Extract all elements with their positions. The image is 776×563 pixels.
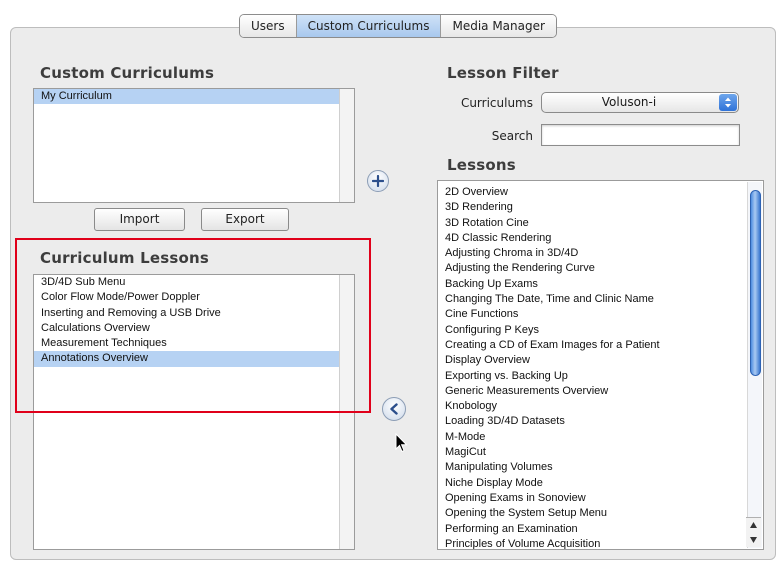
tab-users[interactable]: Users	[240, 15, 296, 37]
list-item[interactable]: Adjusting the Rendering Curve	[438, 261, 763, 276]
list-item-my-curriculum[interactable]: My Curriculum	[34, 89, 354, 105]
list-item[interactable]: Display Overview	[438, 353, 763, 368]
list-item[interactable]: Creating a CD of Exam Images for a Patie…	[438, 338, 763, 353]
list-item[interactable]: 3D Rendering	[438, 200, 763, 215]
curriculums-label: Curriculums	[460, 96, 533, 110]
move-to-curriculum-button[interactable]	[382, 397, 406, 421]
list-item[interactable]: Knobology	[438, 399, 763, 414]
list-item[interactable]: Niche Display Mode	[438, 476, 763, 491]
list-item[interactable]: Loading 3D/4D Datasets	[438, 414, 763, 429]
export-button[interactable]: Export	[201, 208, 289, 231]
curriculums-select[interactable]: Voluson-i	[541, 92, 739, 113]
lessons-scroll-thumb[interactable]	[750, 190, 761, 376]
list-item[interactable]: 3D Rotation Cine	[438, 216, 763, 231]
scroll-up-icon[interactable]	[750, 522, 757, 529]
search-label: Search	[491, 129, 533, 143]
lessons-list[interactable]: 2D Overview 3D Rendering 3D Rotation Cine 4…	[437, 180, 764, 550]
list-item[interactable]: Principles of Volume Acquisition	[438, 537, 763, 549]
import-button[interactable]: Import	[94, 208, 185, 231]
lessons-heading: Lessons	[447, 156, 516, 174]
add-lesson-button[interactable]	[367, 170, 389, 192]
list-item[interactable]: Adjusting Chroma in 3D/4D	[438, 246, 763, 261]
list-item[interactable]: 4D Classic Rendering	[438, 231, 763, 246]
tab-custom-curriculums[interactable]: Custom Curriculums	[295, 15, 441, 37]
list-item[interactable]: Configuring P Keys	[438, 323, 763, 338]
list-item[interactable]: Opening Exams in Sonoview	[438, 491, 763, 506]
mouse-pointer-icon	[395, 433, 408, 453]
list-item[interactable]: Performing an Examination	[438, 522, 763, 537]
lessons-scroll-arrows[interactable]	[746, 517, 761, 547]
tab-bar: Users Custom Curriculums Media Manager	[239, 14, 557, 38]
custom-curriculums-scrollbar[interactable]	[339, 89, 354, 202]
list-item[interactable]: Changing The Date, Time and Clinic Name	[438, 292, 763, 307]
list-item[interactable]: Manipulating Volumes	[438, 460, 763, 475]
custom-curriculums-list[interactable]: My Curriculum	[33, 88, 355, 203]
plus-icon	[372, 175, 384, 187]
list-item[interactable]: 2D Overview	[438, 185, 763, 200]
search-input[interactable]	[541, 124, 740, 146]
scroll-down-icon[interactable]	[750, 536, 757, 543]
curriculums-select-value: Voluson-i	[601, 95, 657, 109]
list-item[interactable]: Backing Up Exams	[438, 277, 763, 292]
select-arrows-icon	[719, 94, 737, 111]
list-item[interactable]: Generic Measurements Overview	[438, 384, 763, 399]
custom-curriculums-heading: Custom Curriculums	[40, 64, 215, 82]
lessons-scrollbar[interactable]	[746, 182, 762, 548]
highlight-outline	[15, 238, 371, 413]
list-item[interactable]: Cine Functions	[438, 307, 763, 322]
arrow-left-icon	[390, 403, 398, 415]
list-item[interactable]: MagiCut	[438, 445, 763, 460]
list-item[interactable]: Exporting vs. Backing Up	[438, 369, 763, 384]
list-item[interactable]: M-Mode	[438, 430, 763, 445]
list-item[interactable]: Opening the System Setup Menu	[438, 506, 763, 521]
tab-media-manager[interactable]: Media Manager	[440, 15, 556, 37]
lesson-filter-heading: Lesson Filter	[447, 64, 559, 82]
